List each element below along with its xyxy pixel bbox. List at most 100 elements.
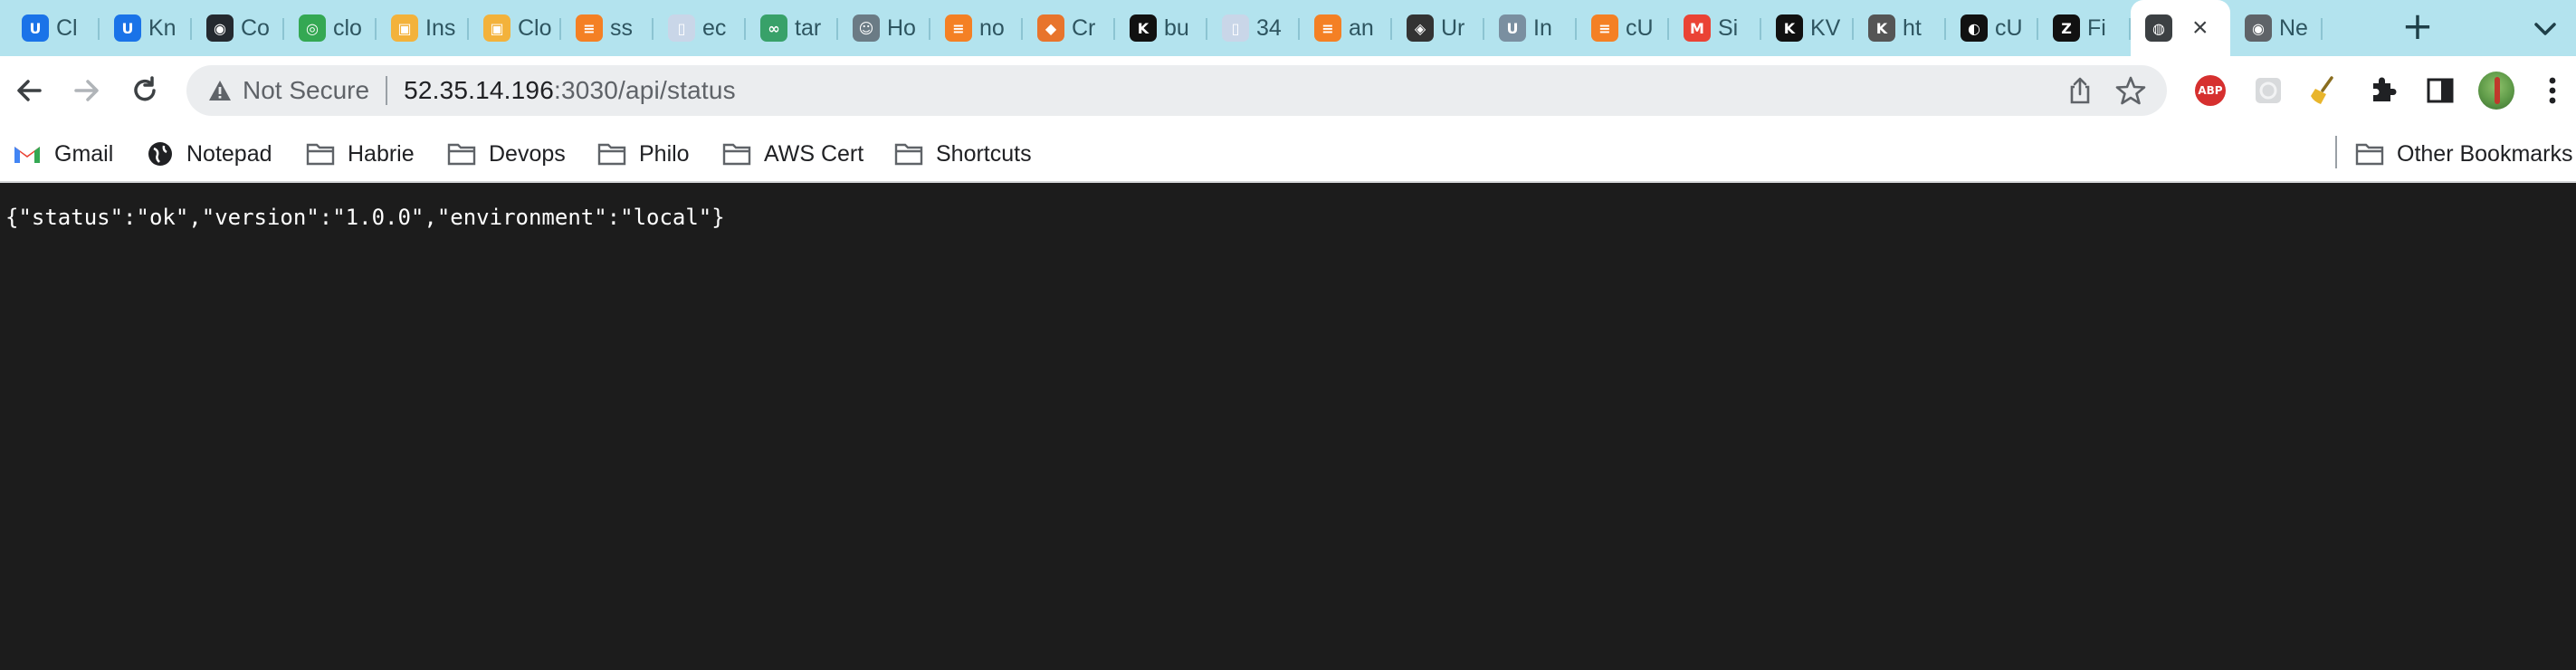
globe-icon: ◍	[2145, 14, 2172, 42]
chat-icon: ☺	[853, 14, 880, 42]
bookmark-label: Notepad	[186, 140, 272, 167]
bookmark-folder-devops[interactable]: Devops	[447, 138, 566, 170]
stackoverflow-icon: ≡	[1314, 14, 1341, 42]
bookmark-notepad[interactable]: Notepad	[147, 138, 272, 170]
bookmark-label: AWS Cert	[764, 140, 864, 167]
tab[interactable]: ◆ Cr	[1023, 7, 1115, 49]
circle-logo-icon: ◐	[1961, 14, 1988, 42]
extension-grid-icon[interactable]	[2250, 72, 2286, 109]
tab[interactable]: ◈ Ur	[1392, 7, 1484, 49]
back-button[interactable]	[9, 71, 49, 110]
tab[interactable]: ≡ no	[930, 7, 1023, 49]
circleci-icon: ◎	[299, 14, 326, 42]
tab-title: Ho	[887, 14, 916, 41]
tab[interactable]: U In	[1484, 7, 1577, 49]
tab[interactable]: ≡ ss	[561, 7, 654, 49]
bookmark-folder-habrie[interactable]: Habrie	[306, 138, 415, 170]
url-host: 52.35.14.196	[404, 76, 554, 104]
share-icon[interactable]	[2066, 76, 2094, 105]
tab[interactable]: U Cl	[7, 7, 100, 49]
tab-title: Co	[241, 14, 270, 41]
forward-button[interactable]	[67, 71, 107, 110]
profile-avatar[interactable]	[2478, 72, 2514, 110]
tab[interactable]: M Si	[1669, 7, 1761, 49]
folder-icon	[597, 143, 626, 166]
adblock-plus-icon[interactable]: ABP	[2192, 72, 2228, 109]
stackoverflow-icon: ≡	[576, 14, 603, 42]
aws-box-icon: ▣	[483, 14, 510, 42]
tab[interactable]: ▣ Clo	[469, 7, 561, 49]
tab-separator	[2321, 18, 2323, 40]
tab-title: Cl	[56, 14, 78, 41]
tab-title: ht	[1903, 14, 1922, 41]
folder-icon	[722, 143, 751, 166]
tab-active[interactable]: ◍ ×	[2131, 0, 2230, 56]
stackoverflow-icon: ≡	[1591, 14, 1618, 42]
document-icon: ▯	[668, 14, 695, 42]
chrome-icon: ◉	[2245, 14, 2272, 42]
tab[interactable]: ▯ ec	[654, 7, 746, 49]
url-text[interactable]: 52.35.14.196:3030/api/status	[404, 76, 736, 105]
new-tab-button[interactable]: +	[2399, 7, 2437, 47]
tab[interactable]: ≡ an	[1300, 7, 1392, 49]
tab-title: Ne	[2279, 14, 2308, 41]
tab-title: bu	[1164, 14, 1189, 41]
broom-extension-icon[interactable]	[2306, 72, 2342, 109]
tab[interactable]: ▣ Ins	[377, 7, 469, 49]
tab[interactable]: U Kn	[100, 7, 192, 49]
gmail-icon: M	[1684, 14, 1711, 42]
tab-title: Ins	[425, 14, 456, 41]
warning-triangle-icon[interactable]	[205, 75, 235, 106]
tab-title: 34	[1256, 14, 1282, 41]
tab[interactable]: K KV	[1761, 7, 1854, 49]
security-label[interactable]: Not Secure	[243, 76, 369, 105]
other-bookmarks-folder[interactable]: Other Bookmarks	[2355, 138, 2573, 170]
stackoverflow-icon: ≡	[945, 14, 972, 42]
tab-search-chevron-icon[interactable]	[2529, 13, 2562, 45]
tab[interactable]: ☺ Ho	[838, 7, 930, 49]
tab[interactable]: Kht	[1854, 7, 1946, 49]
bookmark-folder-philo[interactable]: Philo	[597, 138, 690, 170]
infinity-icon: ∞	[760, 14, 787, 42]
folder-icon	[894, 143, 923, 166]
tab[interactable]: ▯ 34	[1207, 7, 1300, 49]
tab[interactable]: ∞ tar	[746, 7, 838, 49]
bookmark-folder-shortcuts[interactable]: Shortcuts	[894, 138, 1032, 170]
document-icon: ▯	[1222, 14, 1249, 42]
bookmark-star-icon[interactable]	[2114, 74, 2147, 107]
other-bookmarks-label: Other Bookmarks	[2397, 140, 2573, 167]
tab[interactable]: ◉ Ne	[2230, 7, 2323, 49]
tab[interactable]: Kbu	[1115, 7, 1207, 49]
tab[interactable]: Z Fi	[2038, 7, 2131, 49]
side-panel-icon[interactable]	[2422, 72, 2458, 109]
url-path: :3030/api/status	[553, 76, 736, 104]
extensions-puzzle-icon[interactable]	[2364, 72, 2400, 109]
u-logo-icon: U	[114, 14, 141, 42]
tab-title: Clo	[518, 14, 552, 41]
reload-icon	[134, 76, 156, 101]
more-menu-icon[interactable]	[2534, 72, 2571, 109]
u-logo-icon: U	[22, 14, 49, 42]
github-icon: ◉	[206, 14, 234, 42]
tab[interactable]: ◐ cU	[1946, 7, 2038, 49]
address-bar[interactable]: Not Secure 52.35.14.196:3030/api/status	[186, 65, 2167, 116]
folder-icon	[306, 143, 335, 166]
tab-title: ss	[610, 14, 633, 41]
tab[interactable]: ◉ Co	[192, 7, 284, 49]
tab-title: no	[979, 14, 1005, 41]
bookmarks-divider	[2335, 136, 2337, 168]
bookmark-label: Shortcuts	[936, 140, 1032, 167]
folder-icon	[447, 143, 476, 166]
reload-button[interactable]	[125, 71, 165, 110]
tab-title: tar	[795, 14, 822, 41]
tab-strip: U Cl U Kn ◉ Co ◎ clo ▣ Ins ▣ Clo ≡ ss ▯ ec ∞ tar ☺ Ho ≡ no ◆ Cr…	[0, 0, 2576, 56]
bookmark-label: Philo	[639, 140, 690, 167]
tab[interactable]: ◎ clo	[284, 7, 377, 49]
bookmark-gmail[interactable]: Gmail	[13, 138, 113, 170]
tab-title: Si	[1718, 14, 1739, 41]
tab-title: Kn	[148, 14, 177, 41]
close-tab-icon[interactable]: ×	[2192, 14, 2209, 42]
tab[interactable]: ≡ cU	[1577, 7, 1669, 49]
bookmark-folder-aws-cert[interactable]: AWS Cert	[722, 138, 863, 170]
gmail-icon	[14, 147, 40, 163]
